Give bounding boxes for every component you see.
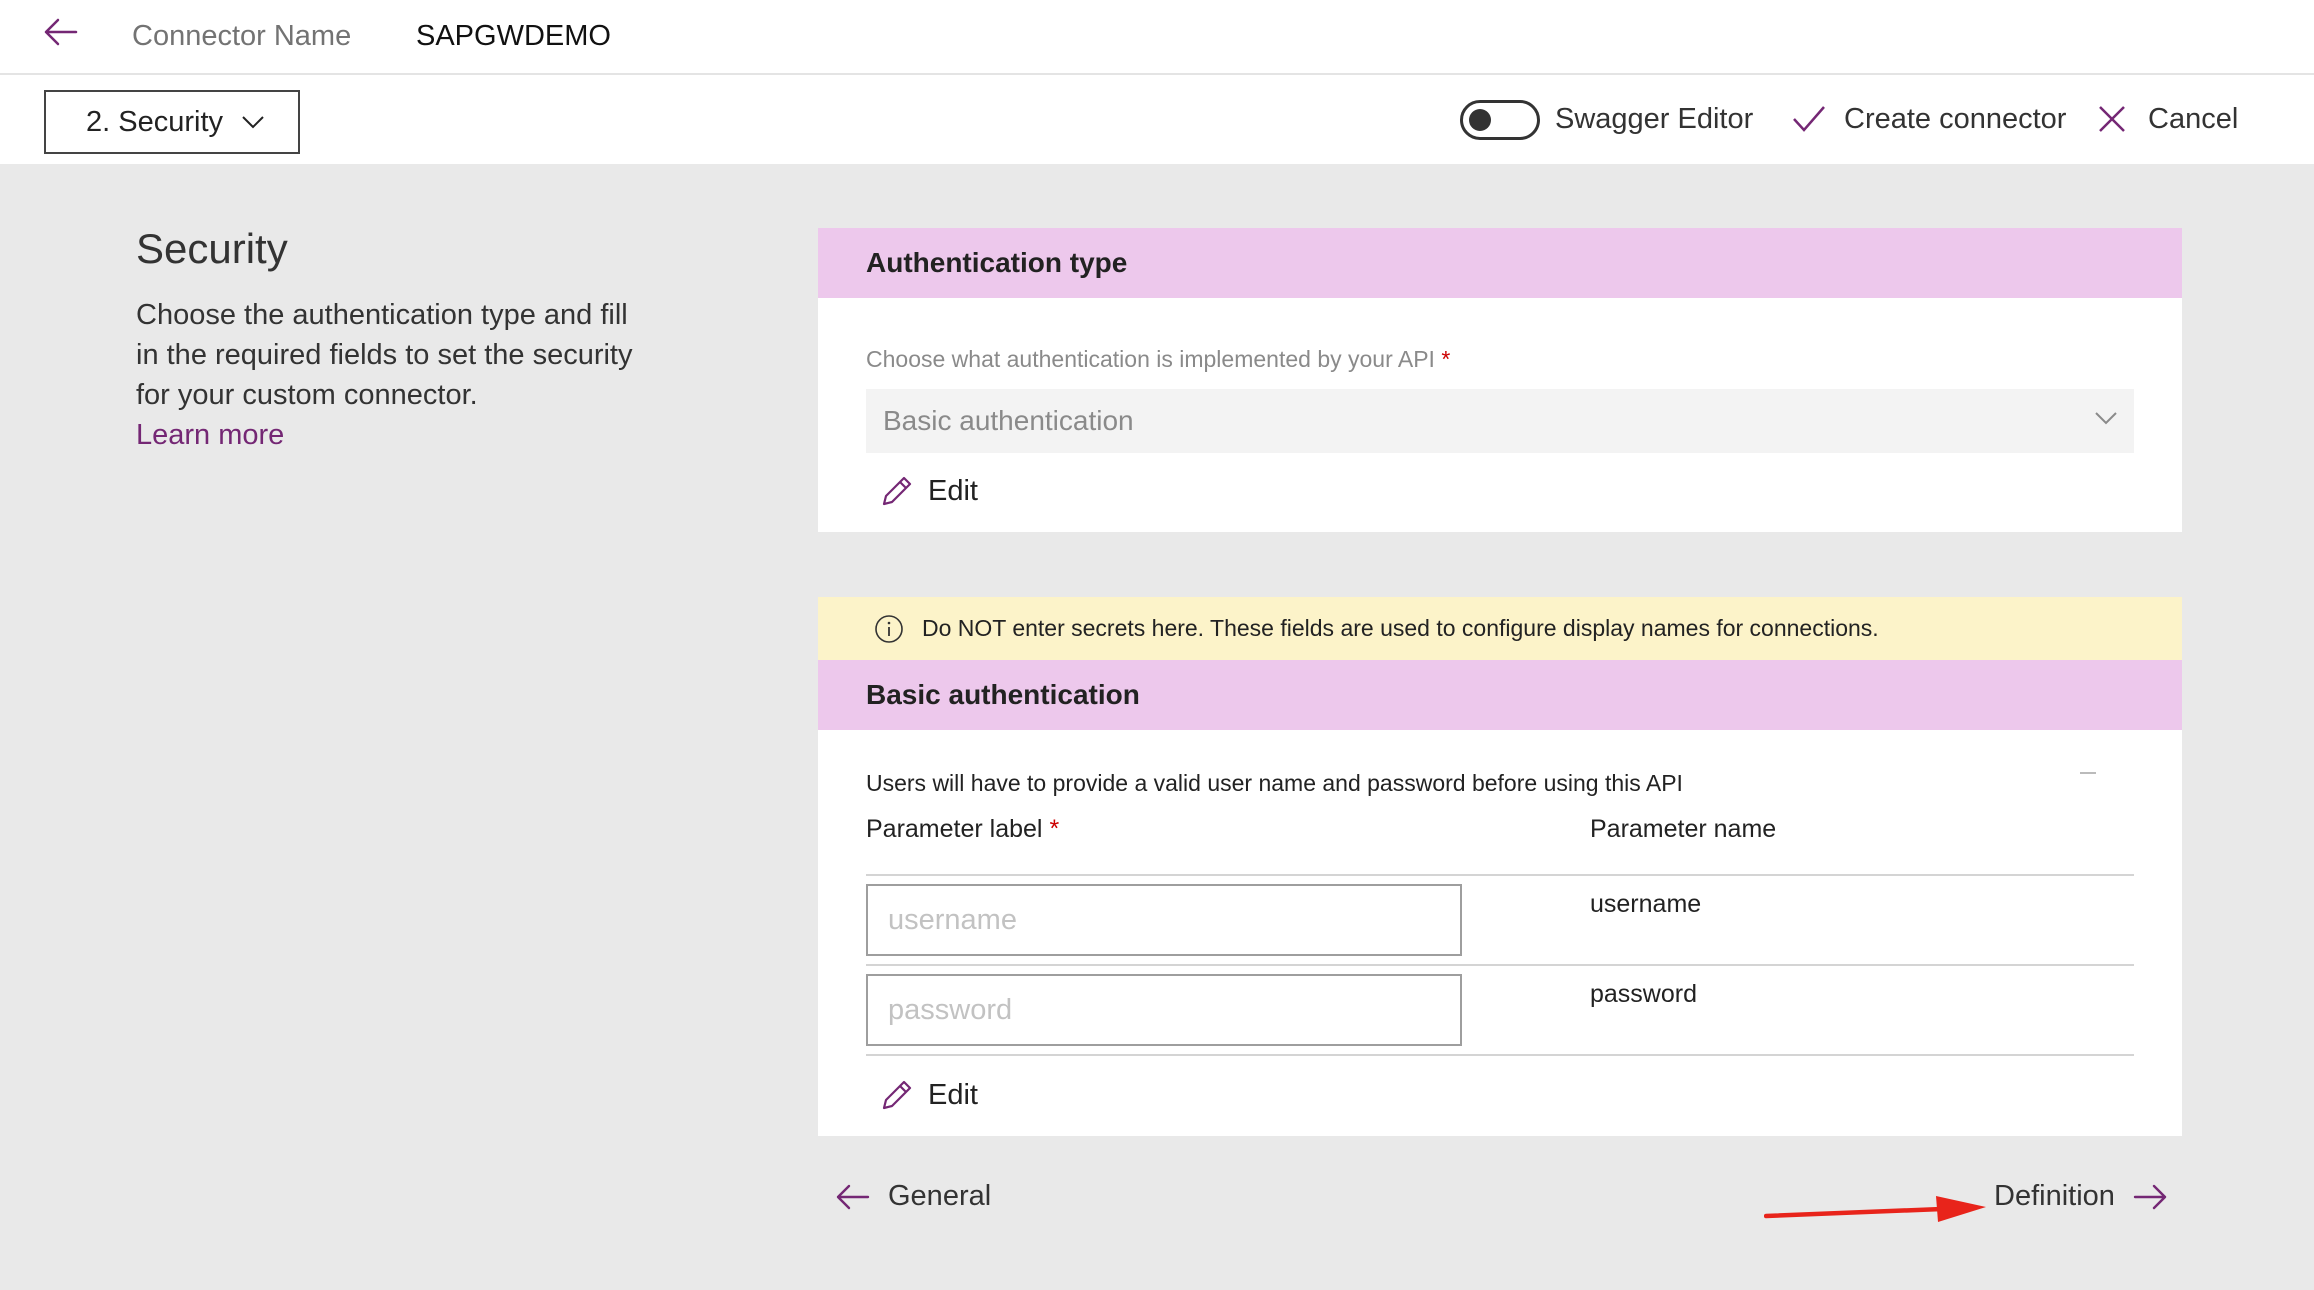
create-connector-button[interactable]: Create connector xyxy=(1792,97,2066,141)
annotation-arrow-icon xyxy=(1764,1196,1986,1222)
required-mark: * xyxy=(1049,815,1060,843)
toggle-knob xyxy=(1469,109,1491,131)
basic-authentication-card: Basic authentication Users will have to … xyxy=(818,660,2182,1136)
chevron-down-icon xyxy=(242,116,264,129)
info-icon xyxy=(875,614,903,643)
arrow-right-icon xyxy=(2133,1184,2167,1209)
collapse-icon[interactable] xyxy=(2080,772,2096,774)
toolbar: 2. Security Swagger Editor Create connec… xyxy=(0,75,2314,164)
checkmark-icon xyxy=(1793,106,1825,132)
security-intro: Security Choose the authentication type … xyxy=(136,225,656,455)
chevron-down-icon xyxy=(2095,412,2117,425)
edit-basic-auth-button[interactable]: Edit xyxy=(880,1078,978,1112)
step-dropdown-label: 2. Security xyxy=(86,105,223,138)
step-dropdown[interactable]: 2. Security xyxy=(44,90,300,154)
next-definition-button[interactable]: Definition xyxy=(1994,1180,2169,1213)
previous-general-button[interactable]: General xyxy=(834,1180,991,1213)
cancel-button[interactable]: Cancel xyxy=(2098,97,2238,141)
intro-description: Choose the authentication type and fill … xyxy=(136,299,633,411)
row-divider xyxy=(866,964,2134,966)
row-divider xyxy=(866,874,2134,876)
auth-type-selected: Basic authentication xyxy=(883,405,1134,436)
basic-authentication-header: Basic authentication xyxy=(818,660,2182,730)
auth-type-field-label-text: Choose what authentication is implemente… xyxy=(866,346,1435,372)
parameter-label-header-text: Parameter label xyxy=(866,815,1043,843)
next-label: Definition xyxy=(1994,1180,2115,1212)
parameter-name-header: Parameter name xyxy=(1590,815,1777,843)
pencil-icon xyxy=(882,1080,912,1110)
swagger-editor-toggle[interactable] xyxy=(1460,100,1540,140)
previous-label: General xyxy=(888,1180,992,1212)
username-label-input[interactable] xyxy=(866,884,1462,956)
swagger-editor-label: Swagger Editor xyxy=(1555,103,1754,135)
auth-type-field-label: Choose what authentication is implemente… xyxy=(866,346,1450,373)
required-mark: * xyxy=(1441,346,1451,372)
row-divider xyxy=(866,1054,2134,1056)
basic-auth-description: Users will have to provide a valid user … xyxy=(866,770,1683,796)
parameter-label-header: Parameter label * xyxy=(866,815,1059,844)
password-label-input[interactable] xyxy=(866,974,1462,1046)
authentication-type-card: Authentication type Choose what authenti… xyxy=(818,228,2182,532)
page-title: Security xyxy=(136,225,288,272)
pencil-icon xyxy=(882,476,912,506)
arrow-left-icon xyxy=(836,1184,870,1209)
top-bar: Connector Name SAPGWDEMO xyxy=(0,0,2314,75)
edit-label: Edit xyxy=(928,474,978,507)
edit-auth-type-button[interactable]: Edit xyxy=(880,474,978,508)
warning-text: Do NOT enter secrets here. These fields … xyxy=(922,615,1879,641)
password-parameter-name: password xyxy=(1590,980,1697,1008)
auth-type-select[interactable]: Basic authentication xyxy=(866,389,2134,453)
username-parameter-name: username xyxy=(1590,890,1702,918)
create-connector-label: Create connector xyxy=(1844,102,2067,135)
connector-name-label: Connector Name xyxy=(132,20,352,52)
close-icon xyxy=(2099,106,2125,132)
edit-label: Edit xyxy=(928,1078,978,1111)
back-arrow-icon[interactable] xyxy=(40,14,80,50)
authentication-type-header: Authentication type xyxy=(818,228,2182,298)
learn-more-link[interactable]: Learn more xyxy=(136,415,656,455)
cancel-label: Cancel xyxy=(2148,102,2239,135)
secrets-warning-banner: Do NOT enter secrets here. These fields … xyxy=(818,597,2182,660)
connector-name-value[interactable]: SAPGWDEMO xyxy=(416,20,611,53)
